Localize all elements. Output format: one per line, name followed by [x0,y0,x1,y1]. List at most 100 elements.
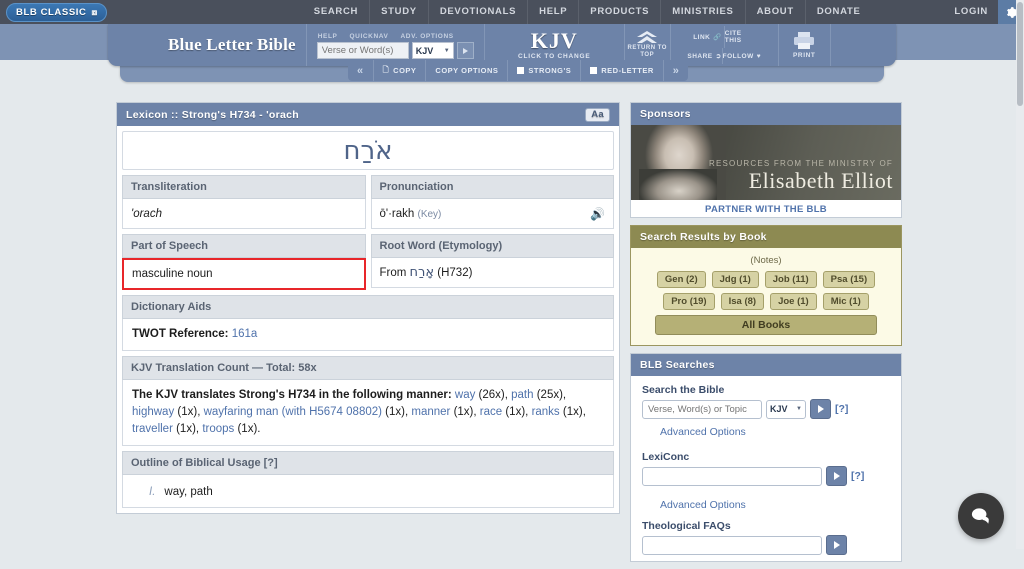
sponsor-ad-name: Elisabeth Elliot [709,168,893,193]
kjv-term-count: (25x), [534,389,567,401]
part-of-speech-value: masculine noun [132,268,213,280]
search-bible-label: Search the Bible [642,384,890,396]
header-link-adv-options[interactable]: ADV. OPTIONS [401,33,454,40]
sponsor-ad[interactable]: RESOURCES FROM THE MINISTRY OF Elisabeth… [631,125,901,200]
nav-item-help[interactable]: HELP [527,0,578,24]
all-books-button[interactable]: All Books [655,315,877,335]
theological-faqs-go-button[interactable] [826,535,847,555]
blb-classic-button[interactable]: BLB CLASSIC ⧈ [6,3,107,22]
header-search-input[interactable] [317,42,409,59]
transliteration-value: 'orach [131,208,162,220]
nav-item-products[interactable]: PRODUCTS [578,0,660,24]
book-chip-jdg[interactable]: Jdg (1) [712,271,759,288]
chat-button[interactable] [958,493,1004,539]
root-word-ref[interactable]: (H732) [437,267,472,279]
book-chip-joe[interactable]: Joe (1) [770,293,817,310]
search-bible-advanced-options-link[interactable]: Advanced Options [642,419,890,438]
nav-item-study[interactable]: STUDY [369,0,428,24]
search-results-by-book-body: (Notes) Gen (2) Jdg (1) Job (11) Psa (15… [631,248,901,345]
book-chip-psa[interactable]: Psa (15) [823,271,875,288]
kjv-term-count: (26x), [475,389,508,401]
search-bible-input[interactable] [642,400,762,419]
header-tools-row-1: LINK 🔗 CITE THIS [691,26,757,48]
notes-link[interactable]: (Notes) [639,255,893,266]
spacer [642,438,890,451]
copy-prev-button[interactable]: « [348,60,374,81]
book-chip-gen[interactable]: Gen (2) [657,271,706,288]
header-link-help[interactable]: HELP [318,33,338,40]
header-version-select[interactable]: KJV ▼ [412,42,454,59]
speaker-icon[interactable]: 🔊 [590,207,605,221]
lexicon-panel: Lexicon :: Strong's H734 - 'orach Aa אֹר… [116,102,620,514]
kjv-term-link[interactable]: race [480,406,502,418]
header-search-go-button[interactable] [457,42,474,59]
kjv-term-link[interactable]: troops [202,423,234,435]
copy-button[interactable]: 🗋 COPY [374,60,427,81]
chat-bubble-icon [970,506,992,526]
kjv-term-count: (1x). [234,423,260,435]
twot-value-link[interactable]: 161a [232,328,258,340]
nav-item-ministries[interactable]: MINISTRIES [660,0,744,24]
kjv-term-link[interactable]: path [511,389,533,401]
book-chip-pro[interactable]: Pro (19) [663,293,714,310]
book-chip-isa[interactable]: Isa (8) [721,293,764,310]
kjv-term-link[interactable]: manner [411,406,450,418]
kjv-term-count: (1x), [502,406,528,418]
share-button[interactable]: SHARE ➲ [687,48,721,64]
nav-item-search[interactable]: SEARCH [303,0,369,24]
print-button[interactable]: PRINT [779,24,831,66]
search-bible-go-button[interactable] [810,399,831,419]
link-button[interactable]: LINK 🔗 [691,26,723,48]
follow-button[interactable]: FOLLOW ♥ [722,48,762,64]
pronunciation-header: Pronunciation [371,175,615,199]
sponsors-panel: Sponsors RESOURCES FROM THE MINISTRY OF … [630,102,902,218]
copy-next-button[interactable]: » [664,60,689,81]
cite-this-button[interactable]: CITE THIS [724,26,757,48]
site-title: Blue Letter Bible [168,35,296,55]
pronunciation-key-link[interactable]: (Key) [418,209,442,220]
partner-with-blb-link[interactable]: PARTNER WITH THE BLB [631,200,901,217]
scrollbar-thumb[interactable] [1017,2,1023,106]
book-chip-row: Pro (19) Isa (8) Joe (1) Mic (1) [639,293,893,310]
main-navigation: SEARCH STUDY DEVOTIONALS HELP PRODUCTS M… [303,0,872,24]
nav-item-about[interactable]: ABOUT [745,0,805,24]
kjv-term-count: (1x), [382,406,408,418]
search-bible-help-link[interactable]: [?] [835,403,848,415]
login-button[interactable]: LOGIN [944,0,998,24]
root-word-hebrew[interactable]: אָרַח [410,265,435,280]
return-to-top-label: RETURN TO TOP [625,45,670,59]
theological-faqs-label: Theological FAQs [642,520,890,532]
kjv-term-link[interactable]: highway [132,406,174,418]
kjv-term-link[interactable]: way [455,389,475,401]
search-bible-version-select[interactable]: KJV ▼ [766,400,806,419]
lexiconc-input[interactable] [642,467,822,486]
lexiconc-advanced-options-link[interactable]: Advanced Options [642,486,890,511]
header-link-quicknav[interactable]: QUICKNAV [350,33,389,40]
kjv-term-link[interactable]: wayfaring man (with H5674 08802) [204,406,382,418]
lexiconc-go-button[interactable] [826,466,847,486]
nav-item-devotionals[interactable]: DEVOTIONALS [428,0,527,24]
copy-options-button[interactable]: COPY OPTIONS [426,60,508,81]
transliteration-body: 'orach [122,199,366,229]
red-letter-toggle[interactable]: RED-LETTER [581,60,664,81]
book-chip-job[interactable]: Job (11) [765,271,817,288]
book-chip-mic[interactable]: Mic (1) [823,293,869,310]
book-chip-row: Gen (2) Jdg (1) Job (11) Psa (15) [639,271,893,288]
blb-searches-body: Search the Bible KJV ▼ [?] Advanced Opti… [631,376,901,561]
nav-item-donate[interactable]: DONATE [805,0,872,24]
hebrew-word-box: אֹרַח [122,131,614,170]
strongs-toggle[interactable]: STRONG'S [508,60,581,81]
top-utility-bar: BLB CLASSIC ⧈ SEARCH STUDY DEVOTIONALS H… [0,0,1024,24]
kjv-term-link[interactable]: traveller [132,423,173,435]
theological-faqs-input[interactable] [642,536,822,555]
version-display-sub: CLICK TO CHANGE [518,53,591,60]
font-size-button[interactable]: Aa [585,108,610,122]
site-logo[interactable]: Blue Letter Bible [108,24,307,66]
header-quick-links: HELP QUICKNAV ADV. OPTIONS [317,33,474,40]
copy-page-icon: 🗋 [383,64,390,77]
page-scrollbar[interactable] [1016,0,1024,549]
kjv-term-link[interactable]: ranks [532,406,560,418]
lexiconc-help-link[interactable]: [?] [851,470,864,482]
right-sidebar: Sponsors RESOURCES FROM THE MINISTRY OF … [630,102,902,569]
strongs-label: STRONG'S [528,66,571,75]
